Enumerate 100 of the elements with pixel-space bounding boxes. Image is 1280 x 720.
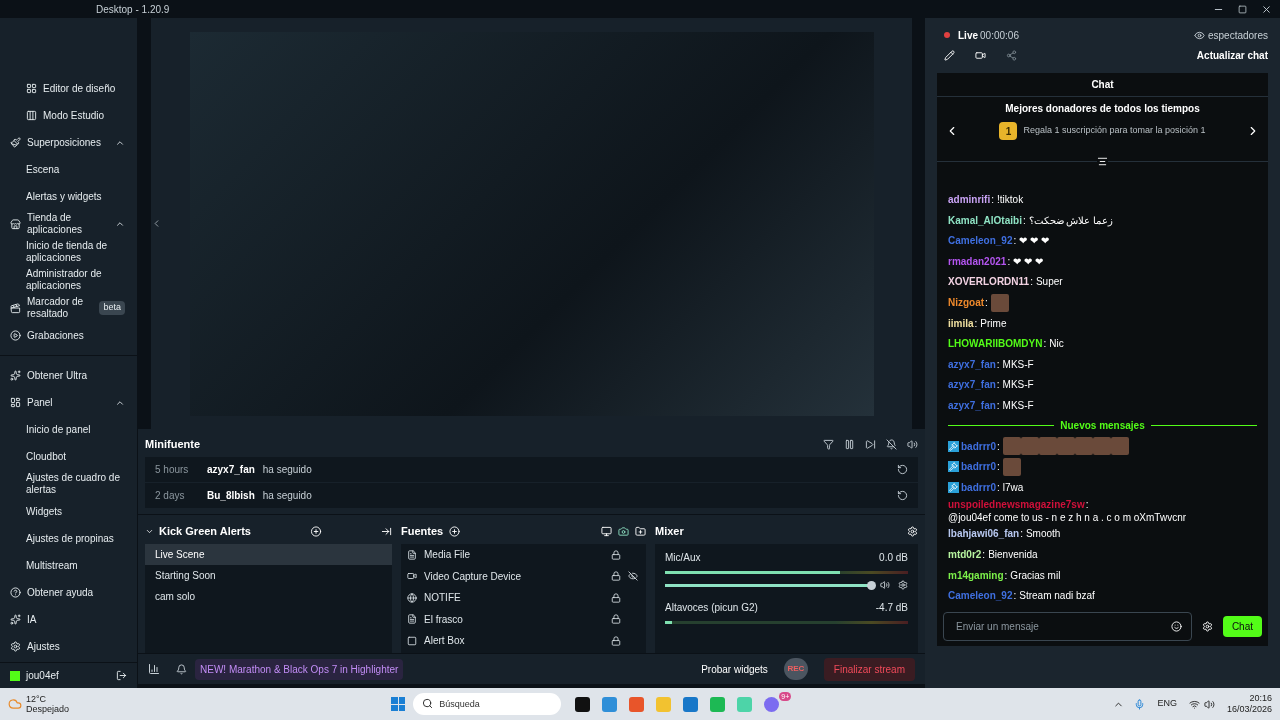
mute-notifications-icon[interactable] [886,438,897,450]
announcement-banner[interactable]: NEW! Marathon & Black Ops 7 in Highlighter [195,658,404,680]
pause-icon[interactable] [844,438,855,450]
microphone-icon[interactable] [1134,698,1146,710]
lock-icon[interactable] [611,635,621,646]
close-icon[interactable] [1261,3,1272,15]
chat-colon: : [997,439,1000,453]
chat-username[interactable]: Nizgoat [948,296,985,310]
sidebar-item[interactable]: Grabaciones [0,322,137,349]
emoji-icon[interactable] [1170,621,1182,632]
volume-icon[interactable] [880,580,890,590]
sidebar-item[interactable]: Panel [0,389,137,416]
chat-username[interactable]: iimila [948,316,974,330]
hidden-icon[interactable] [628,571,638,582]
skip-icon[interactable] [865,438,876,450]
channel-name: Altavoces (picun G2) [665,601,759,615]
sidebar-subitem[interactable]: Ajustes de cuadro de alertas [0,470,137,498]
replay-icon[interactable] [897,490,908,501]
stats-icon[interactable] [148,663,160,675]
chat-text: Stream nadi bzaf [1019,589,1095,603]
sidebar-subitem[interactable]: Cloudbot [0,443,137,470]
chat-username[interactable]: Cameleon_92 [948,234,1013,248]
chat-username[interactable]: Cameleon_92 [948,589,1013,603]
donors-title: Mejores donadores de todos los tiempos [1005,102,1200,116]
source-item[interactable]: El frasco [401,608,646,630]
sidebar-item[interactable]: Editor de diseño [0,75,137,102]
language-indicator[interactable]: ENG [1157,697,1177,711]
settings-icon[interactable] [898,580,908,590]
lock-icon[interactable] [611,592,621,603]
lock-icon[interactable] [611,614,621,625]
sidebar-subitem[interactable]: Administrador de aplicaciones [0,266,137,294]
chat-username[interactable]: badrrr0 [961,439,996,453]
sidebar-item[interactable]: Tienda de aplicaciones [0,210,137,238]
sidebar-subitem[interactable]: Widgets [0,498,137,525]
sidebar-subitem[interactable]: Alertas y widgets [0,183,137,210]
source-item[interactable]: Video Capture Device [401,565,646,587]
event-user: azyx7_fan [207,463,255,477]
message-input[interactable]: Enviar un mensaje [943,612,1192,641]
taskbar-search[interactable]: Búsqueda [413,693,562,715]
slider-thumb[interactable] [867,580,876,590]
sidebar-item[interactable]: IA [0,606,137,633]
scene-item[interactable]: cam solo [145,586,392,607]
network-icon[interactable] [1188,698,1200,710]
scene-item[interactable]: Starting Soon [145,565,392,586]
edit-icon[interactable] [944,49,955,61]
filter-icon[interactable] [823,438,834,450]
monitor-icon[interactable] [601,525,612,537]
camera-icon[interactable] [975,49,986,61]
replay-icon[interactable] [897,464,908,475]
folder-icon[interactable] [635,525,646,537]
share-icon[interactable] [1006,49,1017,61]
sidebar-item[interactable]: Ajustes [0,633,137,660]
end-stream-button[interactable]: Finalizar stream [823,657,915,681]
chat-username[interactable]: azyx7_fan [948,399,996,413]
refresh-chat-button[interactable]: Actualizar chat [1196,47,1268,63]
source-type-icon [407,614,417,625]
chat-username[interactable]: adminrifi [948,193,991,207]
volume-icon[interactable] [1203,698,1215,710]
start-icon[interactable] [391,697,406,711]
lock-icon[interactable] [611,549,621,560]
sidebar-item[interactable]: Obtener ayuda [0,579,137,606]
chat-username[interactable]: azyx7_fan [948,357,996,371]
sidebar-subitem[interactable]: Multistream [0,552,137,579]
sidebar-subitem[interactable]: Inicio de panel [0,416,137,443]
test-widgets-button[interactable]: Probar widgets [701,661,768,677]
clock-time: 20:16 [1249,693,1272,704]
sidebar-subitem[interactable]: Ajustes de propinas [0,525,137,552]
source-item[interactable]: Alert Box [401,630,646,652]
chat-username[interactable]: rmadan2021 [948,254,1007,268]
camera-icon[interactable] [618,525,629,537]
sidebar-item[interactable]: Marcador de resaltado beta [0,294,137,322]
chat-username[interactable]: m14gaming [948,568,1004,582]
taskbar-app-icon[interactable] [575,696,591,712]
source-type-icon [407,635,417,646]
chat-username[interactable]: LHOWARIIBOMDYN [948,337,1043,351]
chat-username[interactable]: Kamal_AlOtaibi [948,213,1022,227]
logout-icon[interactable] [116,670,127,681]
collapse-icon[interactable] [115,219,125,229]
chat-username[interactable]: XOVERLORDN11 [948,275,1030,289]
transition-icon[interactable] [381,525,392,537]
chat-username[interactable]: lbahjawi06_fan [948,527,1020,541]
sidebar-item[interactable]: Superposiciones [0,129,137,156]
chat-username[interactable]: azyx7_fan [948,378,996,392]
maximize-icon[interactable] [1238,4,1247,14]
sidebar-item[interactable]: Modo Estudio [0,102,137,129]
send-chat-button[interactable]: Chat [1222,616,1262,637]
scene-item[interactable]: Live Scene [145,544,392,565]
sidebar-item[interactable]: Obtener Ultra [0,362,137,389]
lock-icon[interactable] [611,571,621,582]
chat-username[interactable]: mtd0r2 [948,548,982,561]
volume-icon[interactable] [907,438,918,450]
chat-username[interactable]: unspoilednewsmagazine7sw [948,497,1085,511]
chat-username[interactable]: badrrr0 [961,480,996,494]
username: jou04ef [26,669,60,683]
source-item[interactable]: Media File [401,544,646,566]
notification-icon[interactable] [176,663,187,675]
sidebar-subitem[interactable]: Inicio de tienda de aplicaciones [0,238,137,266]
chat-username[interactable]: badrrr0 [961,460,996,474]
sidebar-subitem[interactable]: Escena [0,156,137,183]
source-item[interactable]: NOTIFE [401,587,646,609]
